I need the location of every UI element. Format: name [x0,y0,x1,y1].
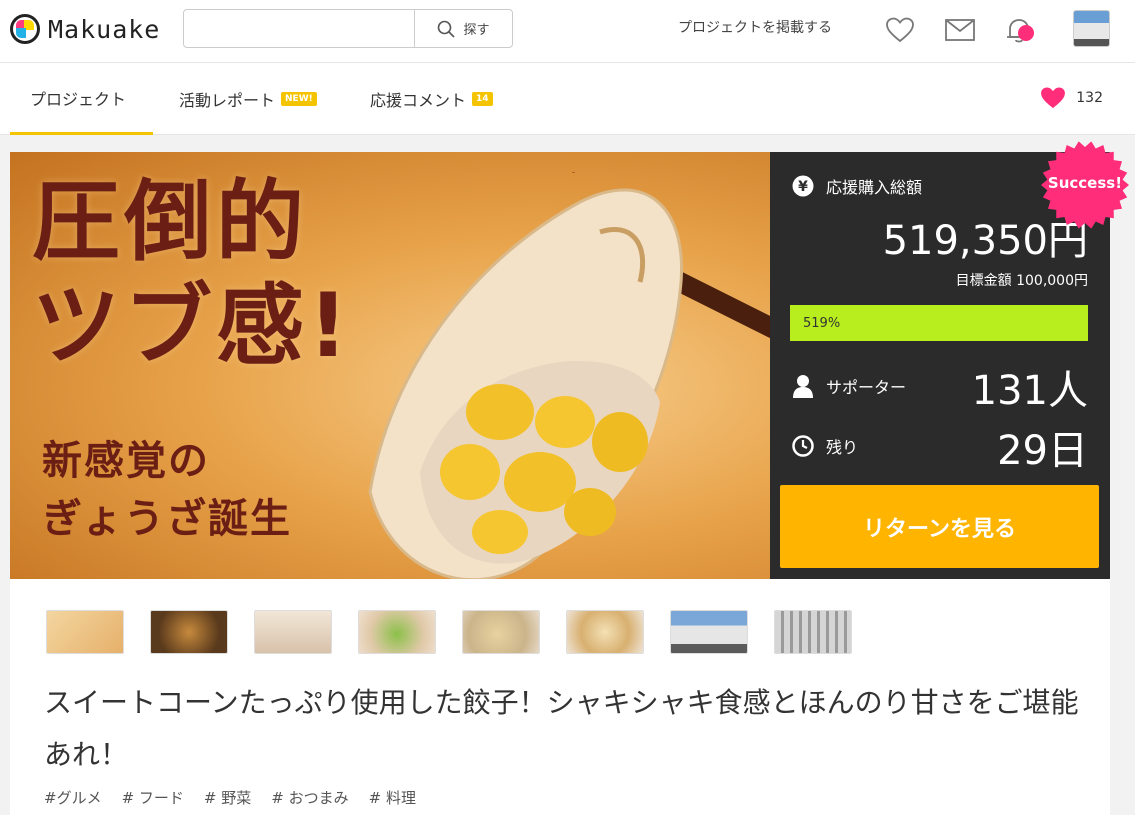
project-content: スイートコーンたっぷり使用した餃子！シャキシャキ食感とほんのり甘さをご堪能あれ！… [10,579,1110,815]
project-title: スイートコーンたっぷり使用した餃子！シャキシャキ食感とほんのり甘さをご堪能あれ！ [44,686,1079,771]
gallery-thumbnail[interactable] [46,610,124,654]
tag-list: #グルメ # フード # 野菜 # おつまみ # 料理 [44,787,416,808]
tag-link[interactable]: # フード [122,787,184,808]
tab-activity-report-label: 活動レポート [179,91,276,110]
hero-subheadline: 新感覚の ぎょうざ誕生 [42,438,292,542]
svg-text:¥: ¥ [798,179,808,195]
project-hero-image[interactable]: 圧倒的 ツブ感! 新感覚の ぎょうざ誕生 [10,152,770,579]
view-returns-button[interactable]: リターンを見る [780,485,1099,568]
progress-fill: 519% [790,305,1088,341]
tag-link[interactable]: #グルメ [44,787,102,808]
user-avatar[interactable] [1073,10,1110,47]
gallery-thumbnail[interactable] [358,610,436,654]
search-button-label: 探す [463,23,490,38]
yen-icon: ¥ [792,175,814,197]
clock-icon [792,435,814,457]
total-label-row: ¥ 応援購入総額 [792,174,922,198]
tag-link[interactable]: # 野菜 [204,787,251,808]
project-tabs: プロジェクト 活動レポート NEW! 応援コメント 14 132 [0,63,1135,135]
total-label: 応援購入総額 [826,178,923,197]
search-bar: 探す [183,9,513,48]
gallery-thumbnail[interactable] [462,610,540,654]
tab-comments-label: 応援コメント [370,91,467,110]
thumbnail-gallery [46,610,852,654]
search-button[interactable]: 探す [414,10,512,47]
success-badge: Success! [1047,174,1123,192]
search-input[interactable] [184,10,414,47]
remaining-label-row: 残り [792,434,858,458]
logo-text: Makuake [48,14,161,44]
person-icon [793,375,813,398]
tab-activity-report[interactable]: 活動レポート NEW! [179,63,317,135]
supporters-label-row: サポーター [792,374,906,398]
hero-headline: 圧倒的 ツブ感! [32,170,353,377]
gyoza-illustration [368,172,770,579]
gallery-thumbnail[interactable] [670,610,748,654]
heart-icon [1041,87,1066,109]
remaining-days: 29日 [997,428,1088,474]
progress-bar: 519% [790,305,1088,341]
comment-count-badge: 14 [472,92,493,106]
makuake-logo[interactable]: Makuake [10,14,160,44]
tab-project[interactable]: プロジェクト [10,63,153,135]
site-header: Makuake 探す プロジェクトを掲載する [0,0,1135,63]
notification-bell-icon[interactable] [1002,13,1036,47]
notification-dot [1018,25,1034,41]
supporters-count: 131人 [971,368,1088,414]
gallery-thumbnail[interactable] [254,610,332,654]
gallery-thumbnail[interactable] [566,610,644,654]
tab-comments[interactable]: 応援コメント 14 [370,63,493,135]
gallery-thumbnail[interactable] [150,610,228,654]
favorite-button[interactable]: 132 [1040,87,1103,109]
gallery-thumbnail[interactable] [774,610,852,654]
goal-amount: 目標金額 100,000円 [955,273,1088,289]
search-icon [438,20,456,38]
favorites-icon[interactable] [883,13,917,47]
tab-project-label: プロジェクト [30,89,127,109]
post-project-link[interactable]: プロジェクトを掲載する [678,17,832,37]
logo-mark-icon [10,14,40,44]
remaining-label: 残り [826,438,859,457]
supporters-label: サポーター [826,378,907,397]
mail-icon[interactable] [943,13,977,47]
tag-link[interactable]: # おつまみ [271,787,348,808]
tag-link[interactable]: # 料理 [369,787,416,808]
new-badge: NEW! [281,92,317,106]
favorite-count: 132 [1076,90,1103,106]
